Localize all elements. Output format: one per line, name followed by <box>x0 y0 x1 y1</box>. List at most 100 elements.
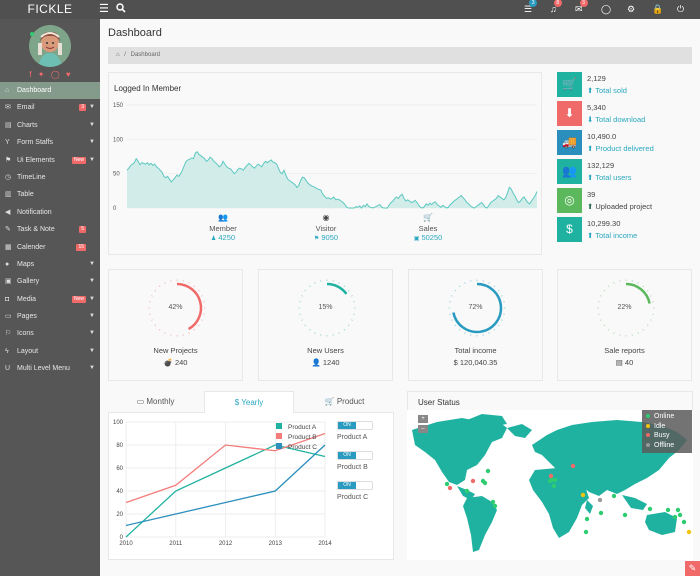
sidebar-item-label: Layout <box>17 347 39 355</box>
gauge-tick <box>603 289 606 292</box>
twitter-icon[interactable]: ✦ <box>38 70 45 79</box>
sidebar-item-timeline[interactable]: ◷ TimeLine <box>0 169 100 186</box>
legend-label: Product B <box>288 434 317 441</box>
home-icon[interactable]: ⌂ <box>116 52 120 58</box>
toggle-label: Product C <box>337 494 369 501</box>
sidebar-item-ui-elements[interactable]: ⚑ Ui Elements New ▼ <box>0 152 100 169</box>
sidebar-item-table[interactable]: ▥ Table <box>0 186 100 203</box>
sidebar-item-pages[interactable]: ▭ Pages ▼ <box>0 308 100 325</box>
user-marker[interactable] <box>598 510 604 516</box>
user-marker[interactable] <box>665 507 671 513</box>
user-marker[interactable] <box>549 477 555 483</box>
user-marker[interactable] <box>492 503 498 509</box>
user-marker[interactable] <box>470 478 476 484</box>
user-marker[interactable] <box>611 493 617 499</box>
stat-label: Uploaded project <box>595 202 653 211</box>
user-marker[interactable] <box>647 506 653 512</box>
map-zoom-in-button[interactable]: + <box>418 415 428 423</box>
menu-toggle-icon[interactable]: ☰ <box>99 3 109 16</box>
user-marker[interactable] <box>686 529 692 535</box>
sidebar-item-notification[interactable]: ◀ Notification <box>0 204 100 221</box>
pinterest-icon[interactable]: ♥ <box>66 70 71 79</box>
search-icon[interactable] <box>116 3 126 17</box>
sidebar-item-calender[interactable]: ▦ Calender 15 <box>0 239 100 256</box>
gauge-icon: 👤 <box>311 358 321 367</box>
gauge-tick <box>343 285 346 288</box>
sidebar-item-dashboard[interactable]: ⌂ Dashboard <box>0 82 100 100</box>
sidebar-item-charts[interactable]: ▤ Charts ▼ <box>0 117 100 134</box>
menu-icon: ⚑ <box>5 156 12 164</box>
y-tick-label: 150 <box>113 103 124 109</box>
sidebar-item-form-staffs[interactable]: Y Form Staffs ▼ <box>0 134 100 151</box>
user-marker[interactable] <box>548 473 554 479</box>
user-marker[interactable] <box>672 514 678 520</box>
sidebar-item-maps[interactable]: ● Maps ▼ <box>0 256 100 273</box>
toggle-product-b[interactable]: ON <box>337 451 373 460</box>
user-marker[interactable] <box>677 512 683 518</box>
cogs-icon[interactable]: ⚙ <box>627 3 635 16</box>
user-marker[interactable] <box>482 480 488 486</box>
menu-badge: New <box>71 156 86 164</box>
mail-icon[interactable]: ✉ 3 <box>575 0 588 16</box>
user-marker[interactable] <box>675 507 681 513</box>
facebook-icon[interactable]: f <box>29 70 31 79</box>
sidebar-item-email[interactable]: ✉ Email 3 ▼ <box>0 99 100 116</box>
map-zoom-out-button[interactable]: – <box>418 425 428 433</box>
sidebar-item-task-note[interactable]: ✎ Task & Note 5 <box>0 221 100 238</box>
tab-product[interactable]: 🛒 Product <box>295 391 394 413</box>
user-marker[interactable] <box>570 463 576 469</box>
chevron-down-icon: ▼ <box>89 121 95 128</box>
user-marker[interactable] <box>551 483 557 489</box>
stat-icon: 🚚 <box>557 130 582 155</box>
gauge-icon: ▤ <box>615 358 623 367</box>
stat-label: Total users <box>595 173 632 182</box>
gauge-tick <box>304 324 307 327</box>
gauge-value: 1240 <box>322 358 340 367</box>
lock-icon[interactable]: 🔒 <box>652 3 663 16</box>
user-marker[interactable] <box>444 481 450 487</box>
gauge-value: 40 <box>624 358 634 367</box>
tab-yearly[interactable]: $ Yearly <box>204 391 294 413</box>
sidebar-item-gallery[interactable]: ▣ Gallery ▼ <box>0 273 100 290</box>
stat-label: Product delivered <box>595 144 654 153</box>
stat-card: $10,299.30 ⬆ Total income <box>557 217 697 244</box>
user-marker[interactable] <box>681 519 687 525</box>
sidebar-item-media[interactable]: ◘ Media New ▼ <box>0 291 100 308</box>
sidebar-item-multi-level-menu[interactable]: U Multi Level Menu ▼ <box>0 360 100 377</box>
settings-corner-button[interactable]: ✎ <box>685 561 700 576</box>
user-marker[interactable] <box>597 497 603 503</box>
gauge-tick <box>347 324 350 327</box>
stat-card: ◎ 39 ⬆ Uploaded project <box>557 188 697 215</box>
legend-label: Busy <box>654 432 670 439</box>
x-tick-label: 2013 <box>269 541 283 547</box>
user-marker[interactable] <box>584 516 590 522</box>
sidebar-item-icons[interactable]: ⚐ Icons ▼ <box>0 325 100 342</box>
bell-icon[interactable]: ♫ 8 <box>550 0 562 16</box>
brand-logo[interactable]: FICKLE <box>0 0 100 19</box>
toggle-product-a[interactable]: ON <box>337 421 373 430</box>
gauge-tick <box>613 332 615 334</box>
github-icon[interactable]: ◯ <box>51 70 60 79</box>
user-marker[interactable] <box>490 499 496 505</box>
avatar[interactable] <box>29 25 71 67</box>
tasks-icon[interactable]: ☰ 3 <box>524 0 538 16</box>
gauge-tick <box>642 328 645 331</box>
user-marker[interactable] <box>580 492 586 498</box>
user-marker[interactable] <box>485 468 491 474</box>
y-tick-label: 0 <box>113 206 117 212</box>
chat-icon[interactable]: ◯ <box>601 3 611 16</box>
sidebar-item-layout[interactable]: ϟ Layout ▼ <box>0 343 100 360</box>
legend-swatch <box>276 423 282 429</box>
gauge-tick <box>501 319 503 321</box>
tab-monthly[interactable]: ▭ Monthly <box>108 391 203 413</box>
user-marker[interactable] <box>583 529 589 535</box>
user-marker[interactable] <box>447 485 453 491</box>
stat-card: 👥 132,129 ⬆ Total users <box>557 159 697 186</box>
toggle-state: ON <box>338 482 356 489</box>
sidebar-item-label: Pages <box>17 313 37 321</box>
power-icon[interactable]: ⏻ <box>677 3 684 16</box>
user-marker[interactable] <box>622 512 628 518</box>
gauge-tick <box>454 289 457 292</box>
user-marker[interactable] <box>464 488 470 494</box>
toggle-product-c[interactable]: ON <box>337 481 373 490</box>
